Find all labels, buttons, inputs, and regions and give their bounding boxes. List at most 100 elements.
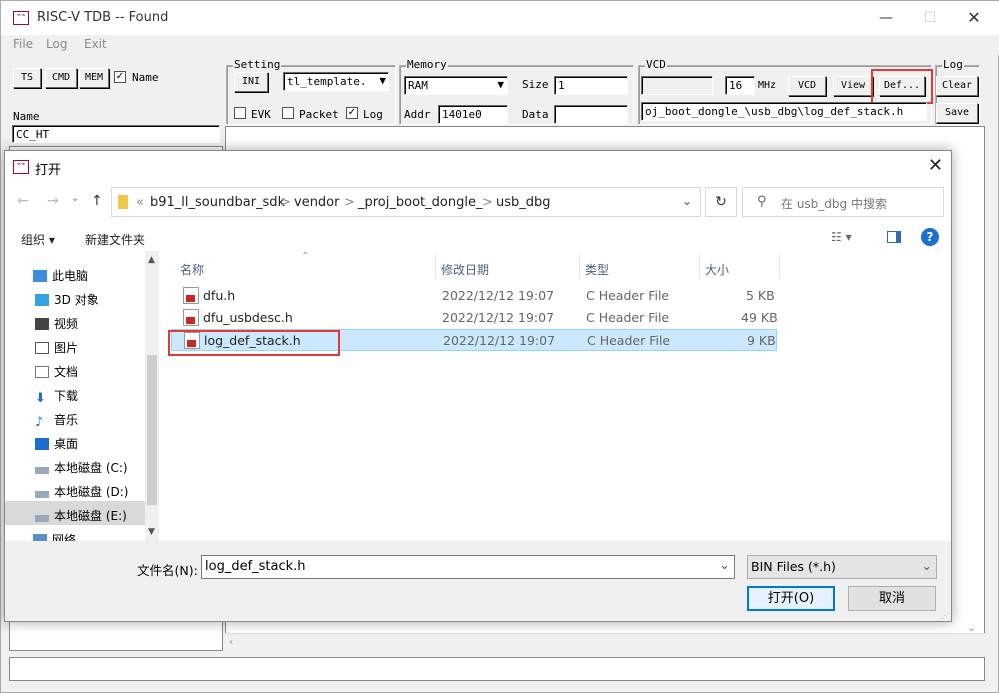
nav-scroll-thumb[interactable] [147,355,157,505]
mhz-label: MHz [758,80,777,91]
file-type-select[interactable]: BIN Files (*.h) ⌄ [747,555,937,579]
nav-downloads[interactable]: ⬇ 下载 [35,387,78,405]
breadcrumb-proj[interactable]: _proj_boot_dongle_ [358,195,482,210]
up-arrow-icon[interactable]: ↑ [91,193,103,209]
file-row[interactable]: dfu.h 2022/12/12 19:07 C Header File 5 K… [171,285,777,307]
column-divider [579,255,580,279]
horizontal-scrollbar[interactable]: ‹ [225,633,985,651]
name-checkbox[interactable]: ✓ [114,71,126,83]
scroll-down-icon[interactable]: ⌄ [967,621,976,634]
dialog-bottom-panel: 文件名(N): log_def_stack.h ⌄ BIN Files (*.h… [5,541,951,621]
filename-input[interactable]: log_def_stack.h ⌄ [201,555,735,579]
refresh-icon[interactable]: ↻ [705,187,737,217]
breadcrumb-sep: > [344,195,355,210]
nav-drive-d[interactable]: 本地磁盘 (D:) [35,483,128,500]
cmd-button[interactable]: CMD [45,68,77,88]
ini-button[interactable]: INI [234,72,268,92]
resize-grip-icon[interactable]: ⋰ [941,611,949,620]
nav-documents[interactable]: 文档 [35,363,78,380]
organize-menu[interactable]: 组织 ▾ [21,231,55,248]
name-checkbox-label: Name [132,71,159,84]
header-file-icon [183,287,199,304]
log-checkbox[interactable]: ✓ [346,107,358,119]
freq-input[interactable]: 16 [725,76,755,95]
scroll-down-icon[interactable]: ▼ [148,527,155,537]
vcd-button[interactable]: VCD [788,76,826,96]
breadcrumb-usb-dbg[interactable]: usb_dbg [496,195,551,210]
clear-button[interactable]: Clear [936,76,978,96]
dropdown-arrow-icon: ▼ [379,74,386,87]
header-file-icon [183,309,199,326]
filename-label: 文件名(N): [137,563,198,578]
title-bar: ⌁⌁ RISC-V TDB -- Found — ☐ ✕ [1,1,999,35]
view-button[interactable]: View [833,76,873,96]
drive-icon [35,491,49,498]
addr-label: Addr [404,108,431,121]
cancel-button[interactable]: 取消 [848,586,936,611]
file-row[interactable]: dfu_usbdesc.h 2022/12/12 19:07 C Header … [171,307,778,329]
recent-dropdown-icon[interactable]: ⌄ [71,193,79,204]
data-label: Data [522,108,549,121]
filename-dropdown-icon[interactable]: ⌄ [719,558,730,573]
packet-checkbox[interactable] [282,107,294,119]
minimize-button[interactable]: — [863,1,909,35]
menu-file[interactable]: File [13,37,33,51]
address-dropdown-icon[interactable]: ⌄ [682,194,692,208]
mem-button[interactable]: MEM [79,68,109,88]
preview-pane-icon[interactable] [887,231,901,243]
address-bar[interactable]: « b91_ll_soundbar_sdk > vendor > _proj_b… [111,187,701,217]
nav-music[interactable]: ♪ 音乐 [35,411,78,429]
breadcrumb-overflow[interactable]: « [136,195,144,210]
name-input[interactable]: CC_HT [12,125,220,143]
column-divider [699,255,700,279]
vcd-path-field[interactable]: oj_boot_dongle_\usb_dbg\log_def_stack.h [641,102,927,121]
column-type[interactable]: 类型 [585,261,609,278]
menu-exit[interactable]: Exit [84,37,107,51]
help-icon[interactable]: ? [921,228,939,246]
video-icon [35,318,49,330]
new-folder-button[interactable]: 新建文件夹 [85,231,145,248]
dialog-close-icon[interactable]: ✕ [928,155,943,176]
maximize-button[interactable]: ☐ [907,1,953,35]
app-icon: ⌁⌁ [13,11,29,25]
search-input[interactable]: ⚲ 在 usb_dbg 中搜索 [742,187,944,217]
nav-drive-c[interactable]: 本地磁盘 (C:) [35,459,128,476]
template-select[interactable]: tl_template. ▼ [283,72,389,91]
save-button[interactable]: Save [936,103,978,123]
nav-drive-e[interactable]: 本地磁盘 (E:) [35,507,127,524]
desktop-icon [35,438,49,450]
ts-button[interactable]: TS [13,68,41,88]
search-icon: ⚲ [757,194,767,209]
back-arrow-icon[interactable]: ← [17,193,29,209]
view-options-icon[interactable]: ☷ ▾ [831,230,852,244]
column-date[interactable]: 修改日期 [441,261,489,278]
open-button[interactable]: 打开(O) [747,586,835,611]
nav-this-pc[interactable]: 此电脑 [33,267,88,284]
close-button[interactable]: ✕ [951,1,997,35]
memory-type-select[interactable]: RAM ▼ [404,76,508,95]
menu-bar: File Log Exit [1,35,999,55]
nav-3d-objects[interactable]: 3D 对象 [35,291,99,308]
breadcrumb-sep: > [280,195,291,210]
drive-icon [35,515,49,522]
scroll-up-icon[interactable]: ▲ [148,255,155,265]
menu-log[interactable]: Log [46,37,67,51]
file-type: C Header File [586,288,670,303]
column-name[interactable]: 名称 [180,261,204,278]
size-input[interactable]: 1 [554,76,628,95]
nav-videos[interactable]: 视频 [35,315,78,332]
addr-input[interactable]: 1401e0 [438,105,508,124]
nav-scrollbar[interactable]: ▲ ▼ [145,251,159,541]
template-value: tl_template. [287,75,367,88]
nav-network[interactable]: 网络 [33,531,76,541]
breadcrumb-vendor[interactable]: vendor [294,195,339,210]
data-input[interactable] [554,105,628,124]
breadcrumb-sdk[interactable]: b91_ll_soundbar_sdk [150,195,285,210]
evk-checkbox[interactable] [234,107,246,119]
file-size: 9 KB [747,333,776,348]
command-input[interactable] [9,657,985,681]
nav-pictures[interactable]: 图片 [35,339,78,356]
column-size[interactable]: 大小 [705,261,729,278]
nav-desktop[interactable]: 桌面 [35,435,78,452]
forward-arrow-icon[interactable]: → [47,193,59,209]
